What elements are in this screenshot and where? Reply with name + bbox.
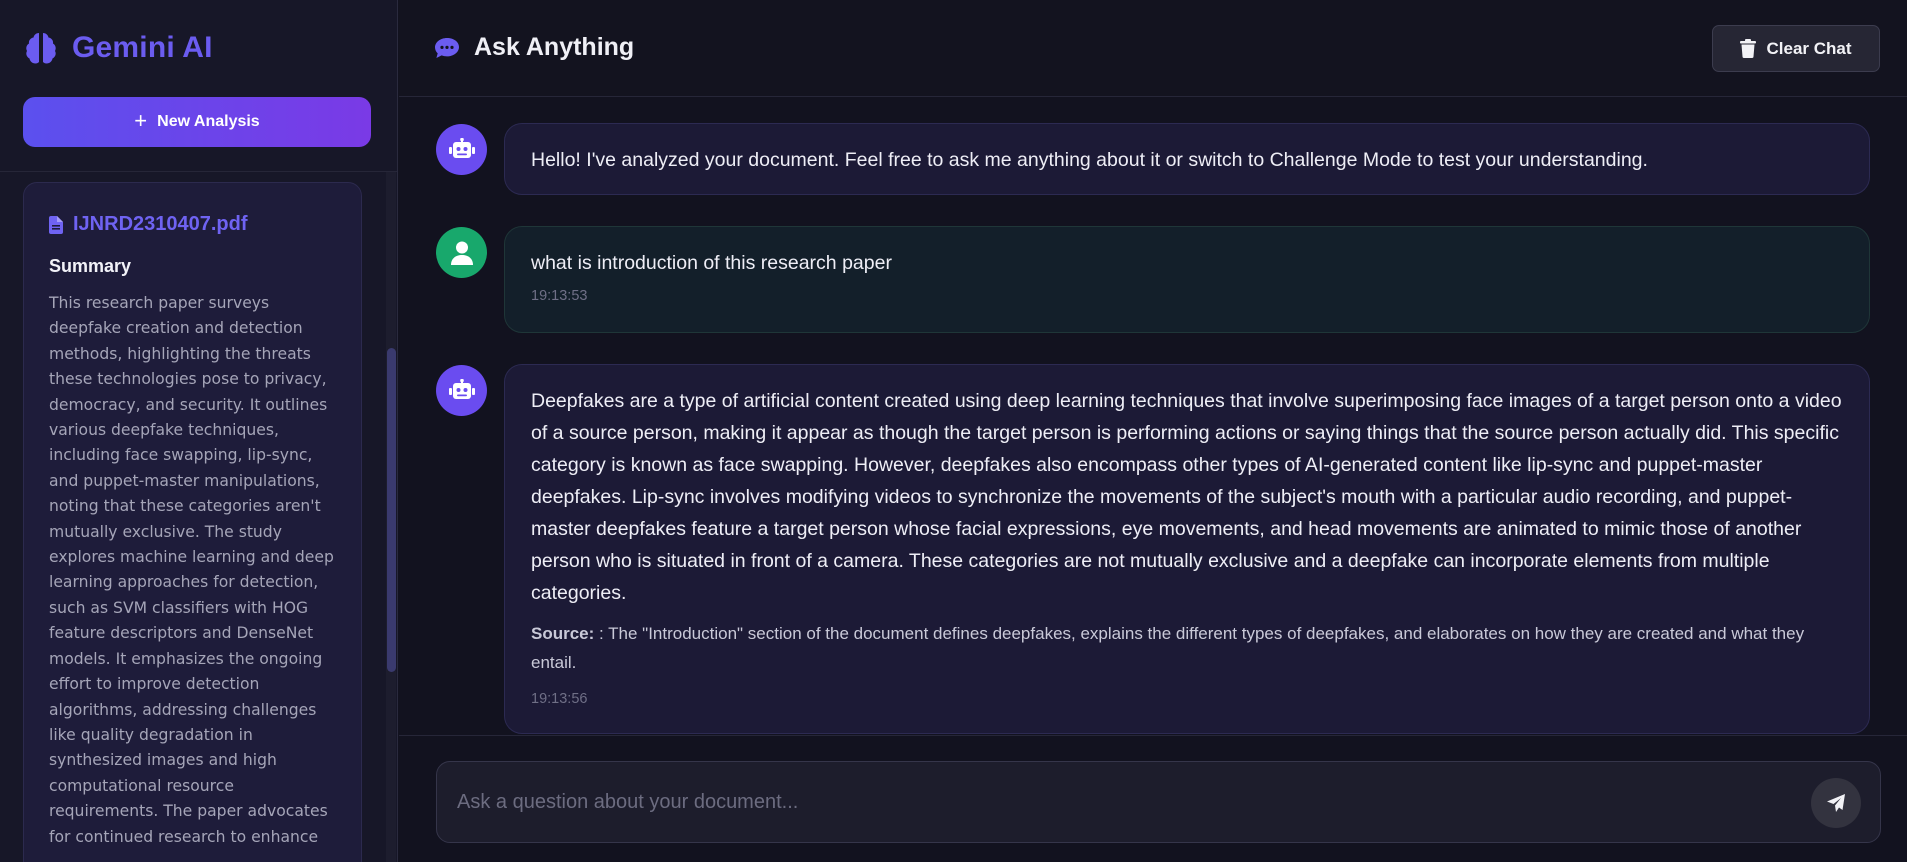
composer	[436, 761, 1881, 843]
sidebar-scrollbar-thumb[interactable]	[387, 348, 396, 672]
plus-icon: +	[134, 108, 148, 133]
robot-icon	[448, 378, 475, 399]
bot-message-bubble: Hello! I've analyzed your document. Feel…	[504, 123, 1870, 195]
robot-icon	[448, 137, 475, 158]
clear-chat-label: Clear Chat	[1766, 38, 1852, 58]
user-message-bubble: what is introduction of this research pa…	[504, 226, 1870, 333]
question-input[interactable]	[457, 762, 1757, 842]
send-icon	[1827, 794, 1845, 812]
message-text: what is introduction of this research pa…	[531, 252, 892, 274]
bot-message-bubble: Deepfakes are a type of artificial conte…	[504, 364, 1870, 734]
message-source: Source: : The "Introduction" section of …	[531, 619, 1843, 677]
bot-avatar	[436, 124, 487, 175]
brand: Gemini AI	[22, 28, 213, 68]
message-text: Deepfakes are a type of artificial conte…	[531, 390, 1842, 604]
message-timestamp: 19:13:53	[531, 288, 588, 304]
file-icon	[49, 215, 63, 234]
summary-heading: Summary	[49, 256, 132, 276]
new-analysis-label: New Analysis	[157, 113, 260, 130]
composer-divider	[399, 735, 1907, 736]
brand-title: Gemini AI	[72, 31, 213, 64]
message-text: Hello! I've analyzed your document. Feel…	[531, 149, 1648, 171]
chat-title: Ask Anything	[434, 33, 634, 62]
send-button[interactable]	[1811, 778, 1861, 828]
sidebar: Gemini AI + New Analysis IJNRD2310407.pd…	[0, 0, 398, 862]
document-name[interactable]: IJNRD2310407.pdf	[49, 213, 336, 236]
clear-chat-button[interactable]: Clear Chat	[1712, 25, 1880, 72]
summary-text: This research paper surveys deepfake cre…	[49, 294, 334, 846]
source-label: Source:	[531, 624, 595, 643]
chat-title-text: Ask Anything	[474, 33, 635, 61]
chat-bubble-icon	[434, 37, 460, 59]
brain-icon	[22, 29, 60, 67]
trash-icon	[1740, 39, 1757, 58]
new-analysis-button[interactable]: + New Analysis	[23, 97, 371, 147]
message-timestamp: 19:13:56	[531, 691, 588, 707]
source-text: : The "Introduction" section of the docu…	[531, 624, 1805, 672]
message-list: Hello! I've analyzed your document. Feel…	[399, 98, 1907, 736]
document-file-name: IJNRD2310407.pdf	[73, 213, 248, 235]
sidebar-divider	[0, 171, 397, 172]
chat-header: Ask Anything Clear Chat	[399, 0, 1907, 97]
user-avatar	[436, 227, 487, 278]
user-icon	[450, 241, 473, 265]
bot-avatar	[436, 365, 487, 416]
document-card: IJNRD2310407.pdf Summary This research p…	[23, 182, 362, 862]
